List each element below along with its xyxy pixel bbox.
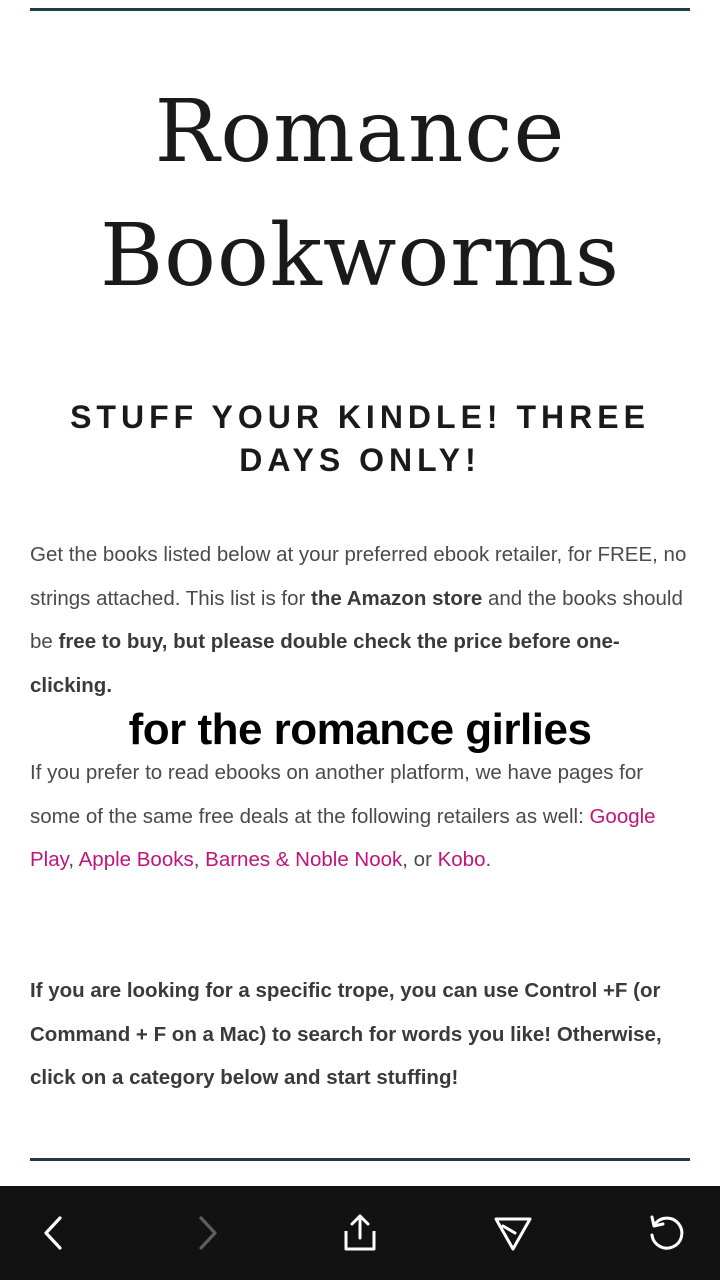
headline-line1: STUFF YOUR KINDLE! THREE <box>70 399 650 435</box>
share-icon <box>344 1214 376 1251</box>
reload-button[interactable] <box>636 1203 696 1263</box>
search-tip-paragraph: If you are looking for a specific trope,… <box>30 979 662 1089</box>
link-apple-books[interactable]: Apple Books <box>79 848 194 871</box>
intro-bold-2: free to buy, but please double check the… <box>30 630 620 697</box>
site-title-line2: Bookworms <box>99 206 621 306</box>
browser-toolbar <box>0 1186 720 1280</box>
intro-bold-1: the Amazon store <box>311 586 483 610</box>
reload-icon <box>650 1215 684 1250</box>
headline-line2: DAYS ONLY! <box>239 442 481 478</box>
back-button[interactable] <box>24 1203 84 1263</box>
retailers-sep-3: , or <box>402 848 438 871</box>
intro-paragraph: Get the books listed below at your prefe… <box>30 533 695 707</box>
retailers-sep-1: , <box>68 848 79 871</box>
forward-arrow-icon <box>199 1216 217 1250</box>
forward-button[interactable] <box>177 1203 237 1263</box>
article-headline: STUFF YOUR KINDLE! THREE DAYS ONLY! <box>40 396 680 482</box>
retailers-end: . <box>485 848 492 871</box>
back-arrow-icon <box>44 1216 62 1250</box>
top-divider <box>30 8 690 11</box>
link-barnes-noble-nook[interactable]: Barnes & Noble Nook <box>205 848 402 871</box>
retailers-paragraph: If you prefer to read ebooks on another … <box>30 751 695 882</box>
share-button[interactable] <box>330 1203 390 1263</box>
bottom-divider <box>30 1158 690 1161</box>
site-title[interactable]: Romance Bookworms <box>0 70 720 318</box>
overlay-caption: for the romance girlies <box>128 705 592 754</box>
send-icon <box>494 1217 532 1251</box>
retailers-text: If you prefer to read ebooks on another … <box>30 761 644 828</box>
link-kobo[interactable]: Kobo <box>438 848 486 871</box>
send-button[interactable] <box>483 1203 543 1263</box>
retailers-sep-2: , <box>193 848 206 871</box>
site-title-line1: Romance <box>154 82 566 182</box>
